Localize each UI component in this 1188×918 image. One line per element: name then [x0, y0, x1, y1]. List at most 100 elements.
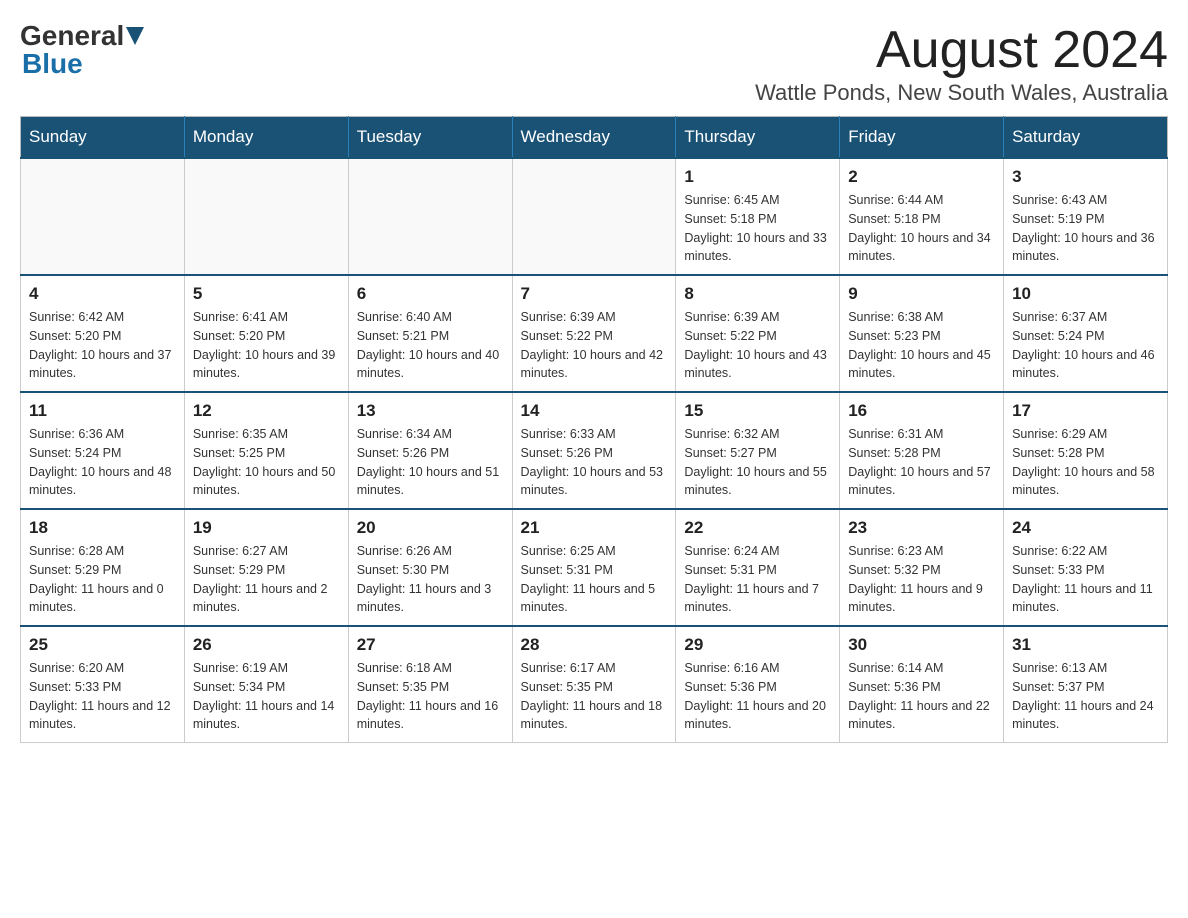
day-number: 17: [1012, 401, 1159, 421]
calendar-header-wednesday: Wednesday: [512, 117, 676, 159]
day-info: Sunrise: 6:13 AMSunset: 5:37 PMDaylight:…: [1012, 659, 1159, 734]
day-number: 6: [357, 284, 504, 304]
calendar-cell: 9Sunrise: 6:38 AMSunset: 5:23 PMDaylight…: [840, 275, 1004, 392]
calendar-cell: 28Sunrise: 6:17 AMSunset: 5:35 PMDayligh…: [512, 626, 676, 743]
title-section: August 2024 Wattle Ponds, New South Wale…: [755, 20, 1168, 106]
day-number: 25: [29, 635, 176, 655]
calendar-cell: 30Sunrise: 6:14 AMSunset: 5:36 PMDayligh…: [840, 626, 1004, 743]
day-number: 27: [357, 635, 504, 655]
day-info: Sunrise: 6:45 AMSunset: 5:18 PMDaylight:…: [684, 191, 831, 266]
day-number: 21: [521, 518, 668, 538]
day-info: Sunrise: 6:41 AMSunset: 5:20 PMDaylight:…: [193, 308, 340, 383]
calendar-cell: 26 Sunrise: 6:19 AMSunset: 5:34 PMDayligh…: [184, 626, 348, 743]
day-number: 8: [684, 284, 831, 304]
day-number: 12: [193, 401, 340, 421]
calendar-table: SundayMondayTuesdayWednesdayThursdayFrid…: [20, 116, 1168, 743]
calendar-cell: [348, 158, 512, 275]
calendar-cell: 1 Sunrise: 6:45 AMSunset: 5:18 PMDaylight…: [676, 158, 840, 275]
calendar-header-sunday: Sunday: [21, 117, 185, 159]
calendar-cell: [512, 158, 676, 275]
day-info: Sunrise: 6:28 AMSunset: 5:29 PMDaylight:…: [29, 542, 176, 617]
day-info: Sunrise: 6:22 AMSunset: 5:33 PMDaylight:…: [1012, 542, 1159, 617]
calendar-cell: 11 Sunrise: 6:36 AMSunset: 5:24 PMDayligh…: [21, 392, 185, 509]
day-info: Sunrise: 6:24 AMSunset: 5:31 PMDaylight:…: [684, 542, 831, 617]
calendar-week-row: 11 Sunrise: 6:36 AMSunset: 5:24 PMDayligh…: [21, 392, 1168, 509]
day-info: Sunrise: 6:27 AMSunset: 5:29 PMDaylight:…: [193, 542, 340, 617]
day-number: 23: [848, 518, 995, 538]
calendar-cell: 10Sunrise: 6:37 AMSunset: 5:24 PMDayligh…: [1004, 275, 1168, 392]
day-number: 16: [848, 401, 995, 421]
location-title: Wattle Ponds, New South Wales, Australia: [755, 80, 1168, 106]
day-info: Sunrise: 6:33 AMSunset: 5:26 PMDaylight:…: [521, 425, 668, 500]
day-number: 1: [684, 167, 831, 187]
day-info: Sunrise: 6:31 AMSunset: 5:28 PMDaylight:…: [848, 425, 995, 500]
day-info: Sunrise: 6:23 AMSunset: 5:32 PMDaylight:…: [848, 542, 995, 617]
logo-arrow-icon: [126, 27, 144, 45]
day-info: Sunrise: 6:40 AMSunset: 5:21 PMDaylight:…: [357, 308, 504, 383]
day-number: 24: [1012, 518, 1159, 538]
calendar-cell: 13Sunrise: 6:34 AMSunset: 5:26 PMDayligh…: [348, 392, 512, 509]
calendar-cell: 20 Sunrise: 6:26 AMSunset: 5:30 PMDayligh…: [348, 509, 512, 626]
day-number: 2: [848, 167, 995, 187]
calendar-week-row: 18 Sunrise: 6:28 AMSunset: 5:29 PMDayligh…: [21, 509, 1168, 626]
day-info: Sunrise: 6:39 AMSunset: 5:22 PMDaylight:…: [684, 308, 831, 383]
calendar-week-row: 1 Sunrise: 6:45 AMSunset: 5:18 PMDaylight…: [21, 158, 1168, 275]
day-info: Sunrise: 6:16 AMSunset: 5:36 PMDaylight:…: [684, 659, 831, 734]
day-number: 3: [1012, 167, 1159, 187]
calendar-cell: 24 Sunrise: 6:22 AMSunset: 5:33 PMDayligh…: [1004, 509, 1168, 626]
day-info: Sunrise: 6:29 AMSunset: 5:28 PMDaylight:…: [1012, 425, 1159, 500]
day-info: Sunrise: 6:35 AMSunset: 5:25 PMDaylight:…: [193, 425, 340, 500]
calendar-cell: 27 Sunrise: 6:18 AMSunset: 5:35 PMDayligh…: [348, 626, 512, 743]
calendar-cell: 3Sunrise: 6:43 AMSunset: 5:19 PMDaylight…: [1004, 158, 1168, 275]
day-info: Sunrise: 6:20 AMSunset: 5:33 PMDaylight:…: [29, 659, 176, 734]
day-number: 30: [848, 635, 995, 655]
day-number: 28: [521, 635, 668, 655]
day-number: 9: [848, 284, 995, 304]
month-title: August 2024: [755, 20, 1168, 80]
calendar-cell: 6 Sunrise: 6:40 AMSunset: 5:21 PMDaylight…: [348, 275, 512, 392]
day-info: Sunrise: 6:36 AMSunset: 5:24 PMDaylight:…: [29, 425, 176, 500]
day-number: 15: [684, 401, 831, 421]
calendar-cell: 8 Sunrise: 6:39 AMSunset: 5:22 PMDaylight…: [676, 275, 840, 392]
calendar-cell: 5Sunrise: 6:41 AMSunset: 5:20 PMDaylight…: [184, 275, 348, 392]
calendar-header-row: SundayMondayTuesdayWednesdayThursdayFrid…: [21, 117, 1168, 159]
day-info: Sunrise: 6:39 AMSunset: 5:22 PMDaylight:…: [521, 308, 668, 383]
calendar-cell: [21, 158, 185, 275]
day-info: Sunrise: 6:32 AMSunset: 5:27 PMDaylight:…: [684, 425, 831, 500]
day-number: 26: [193, 635, 340, 655]
calendar-cell: 16 Sunrise: 6:31 AMSunset: 5:28 PMDayligh…: [840, 392, 1004, 509]
day-number: 4: [29, 284, 176, 304]
day-info: Sunrise: 6:44 AMSunset: 5:18 PMDaylight:…: [848, 191, 995, 266]
calendar-cell: 4 Sunrise: 6:42 AMSunset: 5:20 PMDaylight…: [21, 275, 185, 392]
calendar-header-thursday: Thursday: [676, 117, 840, 159]
day-number: 10: [1012, 284, 1159, 304]
day-number: 22: [684, 518, 831, 538]
calendar-cell: 17 Sunrise: 6:29 AMSunset: 5:28 PMDayligh…: [1004, 392, 1168, 509]
day-info: Sunrise: 6:34 AMSunset: 5:26 PMDaylight:…: [357, 425, 504, 500]
calendar-cell: 21 Sunrise: 6:25 AMSunset: 5:31 PMDayligh…: [512, 509, 676, 626]
calendar-cell: 29 Sunrise: 6:16 AMSunset: 5:36 PMDayligh…: [676, 626, 840, 743]
logo: General Blue: [20, 20, 144, 80]
calendar-cell: 19Sunrise: 6:27 AMSunset: 5:29 PMDayligh…: [184, 509, 348, 626]
calendar-cell: 18 Sunrise: 6:28 AMSunset: 5:29 PMDayligh…: [21, 509, 185, 626]
calendar-cell: 31Sunrise: 6:13 AMSunset: 5:37 PMDayligh…: [1004, 626, 1168, 743]
calendar-cell: 7Sunrise: 6:39 AMSunset: 5:22 PMDaylight…: [512, 275, 676, 392]
day-number: 11: [29, 401, 176, 421]
day-info: Sunrise: 6:26 AMSunset: 5:30 PMDaylight:…: [357, 542, 504, 617]
day-info: Sunrise: 6:18 AMSunset: 5:35 PMDaylight:…: [357, 659, 504, 734]
calendar-header-saturday: Saturday: [1004, 117, 1168, 159]
day-info: Sunrise: 6:42 AMSunset: 5:20 PMDaylight:…: [29, 308, 176, 383]
calendar-cell: 12 Sunrise: 6:35 AMSunset: 5:25 PMDayligh…: [184, 392, 348, 509]
calendar-header-monday: Monday: [184, 117, 348, 159]
calendar-cell: 14 Sunrise: 6:33 AMSunset: 5:26 PMDayligh…: [512, 392, 676, 509]
page-header: General Blue August 2024 Wattle Ponds, N…: [20, 20, 1168, 106]
day-info: Sunrise: 6:25 AMSunset: 5:31 PMDaylight:…: [521, 542, 668, 617]
day-number: 18: [29, 518, 176, 538]
day-number: 14: [521, 401, 668, 421]
calendar-cell: [184, 158, 348, 275]
calendar-week-row: 25 Sunrise: 6:20 AMSunset: 5:33 PMDayligh…: [21, 626, 1168, 743]
day-number: 29: [684, 635, 831, 655]
day-info: Sunrise: 6:19 AMSunset: 5:34 PMDaylight:…: [193, 659, 340, 734]
day-number: 20: [357, 518, 504, 538]
calendar-cell: 2 Sunrise: 6:44 AMSunset: 5:18 PMDaylight…: [840, 158, 1004, 275]
